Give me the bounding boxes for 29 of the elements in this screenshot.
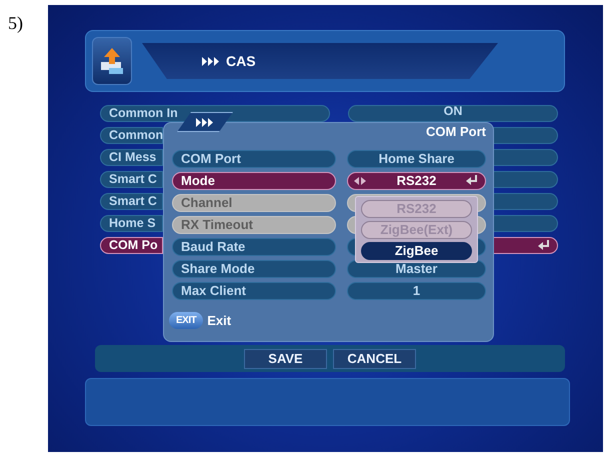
chevrons-icon — [202, 56, 220, 66]
dropdown-option[interactable]: ZigBee — [361, 242, 472, 260]
setting-label[interactable]: Max Client — [172, 282, 336, 300]
setting-label[interactable]: Share Mode — [172, 260, 336, 278]
value-field[interactable]: ON — [348, 105, 558, 122]
chevrons-icon — [196, 118, 214, 126]
setting-value[interactable]: Home Share — [347, 150, 486, 168]
exit-label[interactable]: Exit — [207, 311, 232, 330]
setting-label[interactable]: Baud Rate — [172, 238, 336, 256]
dialog-button[interactable]: CANCEL — [333, 348, 416, 368]
header-title: CAS — [226, 52, 256, 70]
menu-item[interactable]: Common — [100, 127, 163, 144]
left-right-arrows-icon — [354, 177, 366, 185]
setting-value[interactable]: 1 — [347, 282, 486, 300]
menu-item[interactable]: COM Po — [100, 237, 163, 254]
enter-icon — [466, 175, 479, 186]
exit-key-icon: EXIT — [169, 312, 204, 330]
setting-label[interactable]: Mode — [172, 172, 336, 190]
menu-item[interactable]: Home S — [100, 215, 163, 232]
setting-value[interactable]: RS232 — [347, 172, 486, 190]
arrow-icon — [99, 46, 125, 76]
setting-label[interactable]: COM Port — [172, 150, 336, 168]
enter-icon — [538, 240, 551, 251]
menu-item[interactable]: CI Mess — [100, 149, 163, 166]
figure-label: 5) — [8, 12, 23, 35]
menu-item[interactable]: Smart C — [100, 193, 163, 210]
dialog-button[interactable]: SAVE — [244, 348, 327, 368]
dialog-title: COM Port — [426, 123, 486, 141]
menu-item[interactable]: Smart C — [100, 171, 163, 188]
